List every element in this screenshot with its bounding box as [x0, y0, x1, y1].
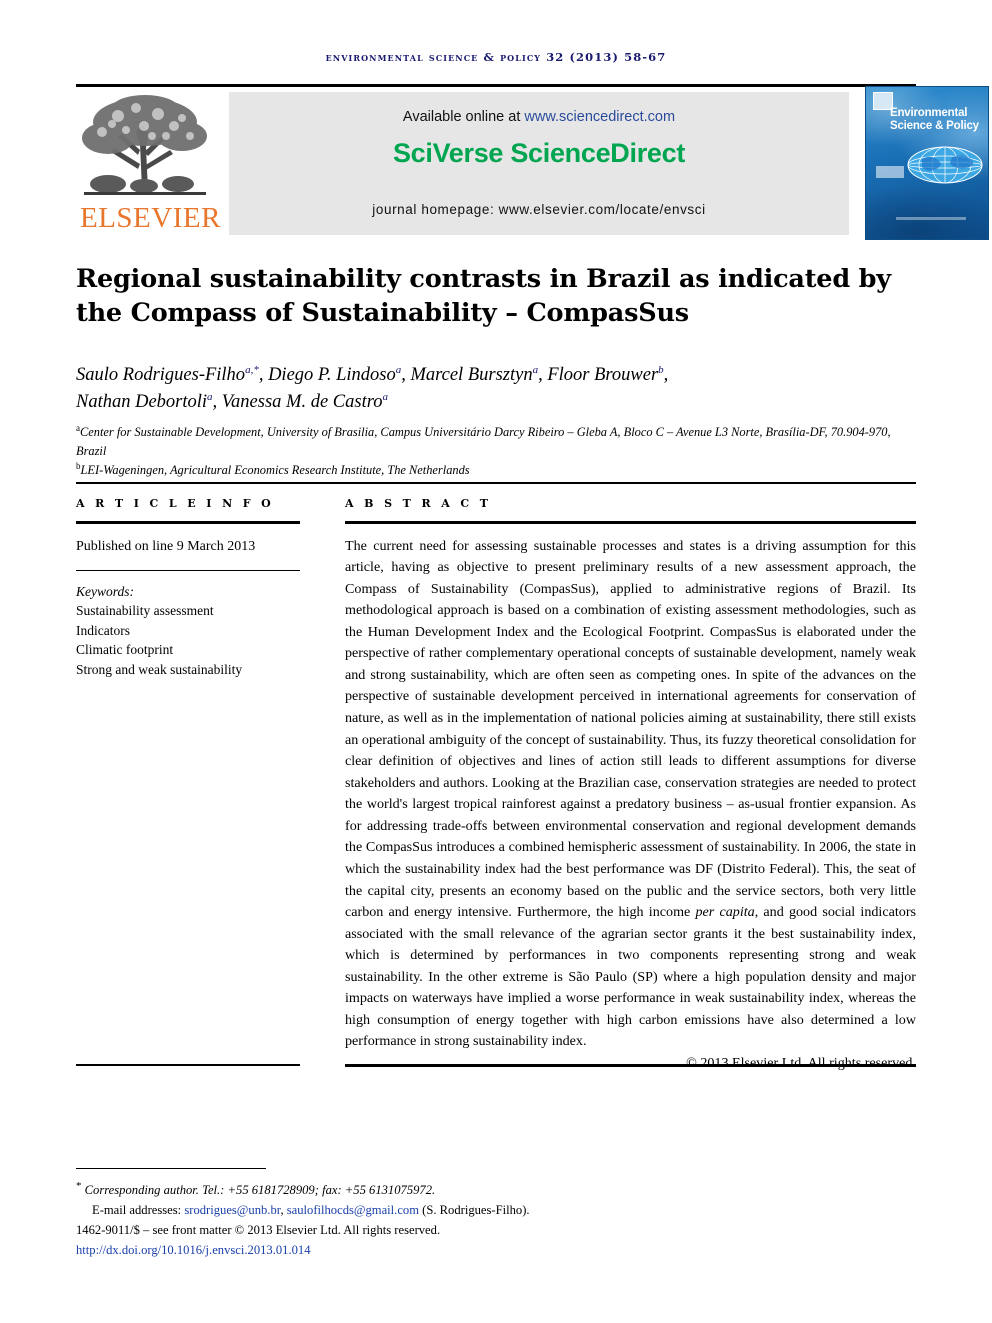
author-5: Vanessa M. de Castro — [221, 391, 383, 412]
issn-copyright-line: 1462-9011/$ – see front matter © 2013 El… — [76, 1223, 441, 1238]
cover-title-text: Environmental Science & Policy — [890, 107, 979, 133]
author-5-marks: a — [382, 390, 388, 403]
abstract-bottom-rule — [345, 1064, 916, 1067]
published-date: Published on line 9 March 2013 — [76, 538, 256, 554]
author-1-marks: a — [395, 363, 402, 376]
masthead-top-rule — [76, 84, 916, 87]
abstract-heading-rule — [345, 521, 916, 524]
abstract-heading: A B S T R A C T — [345, 497, 492, 510]
author-4: Nathan Debortoli — [76, 391, 208, 412]
abstract-text: The current need for assessing sustainab… — [345, 536, 916, 1054]
cover-footer-line — [896, 217, 966, 220]
running-head: Environmental Science & Policy 32 (2013)… — [325, 50, 667, 64]
author-1: Diego P. Lindoso — [268, 365, 396, 385]
abstract-part-1: The current need for assessing sustainab… — [345, 537, 916, 921]
author-2: Marcel Bursztyn — [410, 365, 533, 385]
elsevier-logo: ELSEVIER — [78, 92, 221, 240]
elsevier-wordmark: ELSEVIER — [80, 202, 221, 234]
abstract-italic-phrase: per capita — [695, 904, 755, 921]
available-online-line: Available online at www.sciencedirect.co… — [229, 109, 849, 125]
keyword-0: Sustainability assessment — [76, 603, 214, 619]
footnote-block: * Corresponding author. Tel.: +55 618172… — [76, 1178, 696, 1260]
header-bottom-rule — [76, 482, 916, 484]
sciencedirect-url-link[interactable]: www.sciencedirect.com — [524, 109, 675, 125]
cover-subtitle-block — [876, 166, 904, 178]
abstract-column: A B S T R A C T The current need for ass… — [345, 497, 916, 1072]
affiliation-b: bLEI-Wageningen, Agricultural Economics … — [76, 460, 916, 480]
keyword-3: Strong and weak sustainability — [76, 661, 243, 677]
article-info-column: A R T I C L E I N F O Published on line … — [76, 497, 300, 680]
article-info-heading: A R T I C L E I N F O — [76, 497, 275, 510]
keywords-label: Keywords: — [76, 583, 134, 599]
email-addresses-label: E-mail addresses: — [92, 1202, 182, 1217]
journal-cover-image: Environmental Science & Policy — [865, 86, 989, 240]
journal-article-page: Environmental Science & Policy 32 (2013)… — [0, 0, 992, 1323]
email-suffix: (S. Rodrigues-Filho). — [419, 1202, 530, 1217]
author-3-marks: b — [658, 363, 664, 376]
available-online-label: Available online at — [402, 109, 525, 125]
asterisk-icon: * — [76, 1180, 82, 1192]
email-addresses-note: E-mail addresses: srodrigues@unb.br, sau… — [76, 1201, 696, 1221]
keyword-1: Indicators — [76, 622, 130, 638]
sciverse-sciencedirect-brand: SciVerse ScienceDirect — [392, 138, 686, 168]
page-title: Regional sustainability contrasts in Bra… — [76, 264, 891, 329]
email-link-1[interactable]: srodrigues@unb.br — [184, 1203, 280, 1217]
email-link-2[interactable]: saulofilhocds@gmail.com — [287, 1203, 419, 1217]
article-info-separator-rule — [76, 569, 300, 571]
author-4-marks: a — [207, 390, 213, 403]
keyword-2: Climatic footprint — [76, 642, 174, 658]
journal-homepage-link[interactable]: journal homepage: www.elsevier.com/locat… — [229, 202, 849, 217]
affiliation-b-text: LEI-Wageningen, Agricultural Economics R… — [80, 463, 470, 478]
author-0: Saulo Rodrigues-Filho — [76, 365, 246, 385]
elsevier-tree-icon — [82, 95, 207, 195]
corresponding-author-text: Corresponding author. Tel.: +55 61817289… — [84, 1183, 436, 1198]
globe-icon — [907, 146, 983, 184]
affiliation-list: aCenter for Sustainable Development, Uni… — [76, 422, 916, 480]
footnote-separator-rule — [76, 1168, 266, 1169]
author-2-marks: a — [532, 363, 539, 376]
author-3: Floor Brouwer — [547, 365, 659, 385]
affiliation-a: aCenter for Sustainable Development, Uni… — [76, 422, 916, 460]
sciencedirect-banner: Available online at www.sciencedirect.co… — [229, 92, 849, 235]
author-list: Saulo Rodrigues-Filhoa,*, Diego P. Lindo… — [76, 363, 669, 412]
corresponding-author-note: * Corresponding author. Tel.: +55 618172… — [76, 1178, 696, 1201]
masthead: ELSEVIER Available online at www.science… — [76, 84, 989, 242]
abstract-part-2: , and good social indicators associated … — [345, 904, 916, 1050]
doi-link[interactable]: http://dx.doi.org/10.1016/j.envsci.2013.… — [76, 1241, 696, 1261]
author-0-marks: a,* — [245, 363, 259, 376]
article-info-heading-rule — [76, 521, 300, 524]
affiliation-a-text: Center for Sustainable Development, Univ… — [76, 425, 891, 458]
article-info-bottom-rule — [76, 1064, 300, 1066]
